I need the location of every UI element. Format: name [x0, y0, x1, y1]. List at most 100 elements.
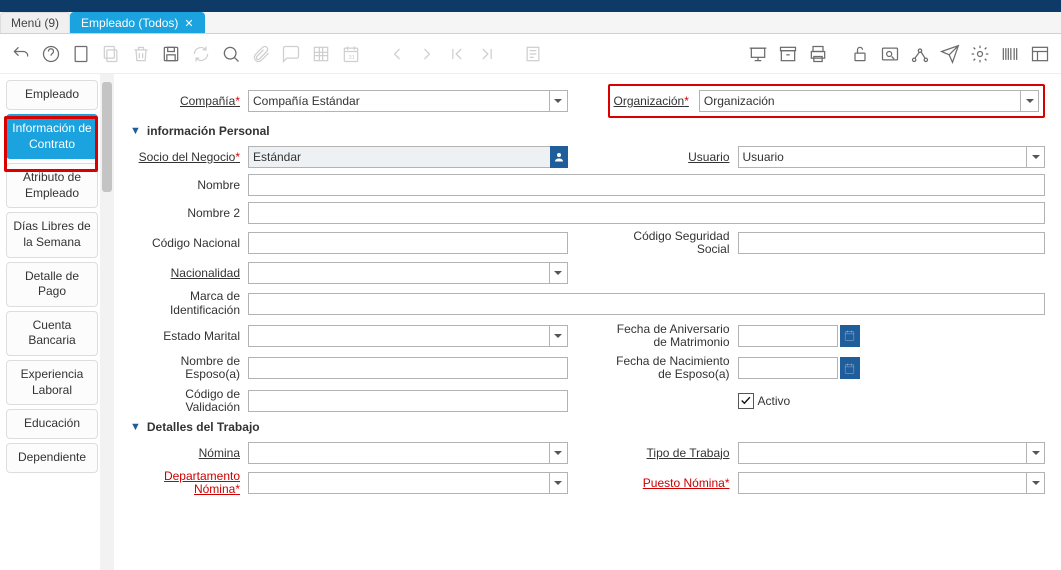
- save-button[interactable]: [158, 41, 184, 67]
- new-button[interactable]: [68, 41, 94, 67]
- checkbox-activo[interactable]: Activo: [738, 393, 791, 409]
- field-codigo-nacional[interactable]: [248, 232, 568, 254]
- barcode-button[interactable]: [997, 41, 1023, 67]
- svg-text:31: 31: [349, 55, 355, 61]
- field-marca-ident[interactable]: [248, 293, 1045, 315]
- field-compania[interactable]: Compañía Estándar: [248, 90, 568, 112]
- field-codigo-seguridad[interactable]: [738, 232, 1046, 254]
- label-compania: Compañía*: [130, 94, 248, 108]
- sidetab-experiencia-laboral[interactable]: Experiencia Laboral: [6, 360, 98, 405]
- label-puesto-nomina: Puesto Nómina*: [608, 476, 738, 490]
- dropdown-icon[interactable]: [549, 263, 567, 283]
- label-organizacion: Organización*: [614, 94, 693, 108]
- field-departamento-nomina[interactable]: [248, 472, 568, 494]
- tab-menu[interactable]: Menú (9): [0, 12, 70, 33]
- print-button[interactable]: [805, 41, 831, 67]
- archive-button[interactable]: [775, 41, 801, 67]
- field-nombre-esposo[interactable]: [248, 357, 568, 379]
- sidetab-empleado[interactable]: Empleado: [6, 80, 98, 110]
- sidetab-dias-libres[interactable]: Días Libres de la Semana: [6, 212, 98, 257]
- dropdown-icon[interactable]: [549, 443, 567, 463]
- section-personal: ▼ información Personal: [130, 124, 1045, 138]
- label-nacionalidad: Nacionalidad: [130, 266, 248, 280]
- search-button[interactable]: [218, 41, 244, 67]
- tab-empleado[interactable]: Empleado (Todos) ✕: [70, 12, 205, 33]
- label-codigo-nacional: Código Nacional: [130, 236, 248, 250]
- dropdown-icon[interactable]: [1020, 91, 1038, 111]
- label-codigo-validacion: Código de Validación: [130, 388, 248, 414]
- form-area: Compañía* Compañía Estándar Organización…: [114, 74, 1061, 570]
- label-estado-marital: Estado Marital: [130, 329, 248, 343]
- field-puesto-nomina[interactable]: [738, 472, 1046, 494]
- calendar-icon[interactable]: [840, 357, 860, 379]
- refresh-button: [188, 41, 214, 67]
- undo-button[interactable]: [8, 41, 34, 67]
- prev-button: [384, 41, 410, 67]
- layout-button[interactable]: [1027, 41, 1053, 67]
- tab-empleado-label: Empleado (Todos): [81, 16, 178, 30]
- field-estado-marital[interactable]: [248, 325, 568, 347]
- label-fecha-nac-esposo: Fecha de Nacimiento de Esposo(a): [608, 355, 738, 381]
- collapse-icon[interactable]: ▼: [130, 125, 141, 137]
- label-socio-negocio: Socio del Negocio*: [130, 150, 248, 164]
- field-organizacion[interactable]: Organización: [699, 90, 1039, 112]
- field-nombre[interactable]: [248, 174, 1045, 196]
- delete-button: [128, 41, 154, 67]
- settings-button[interactable]: [967, 41, 993, 67]
- field-nacionalidad[interactable]: [248, 262, 568, 284]
- side-scrollbar[interactable]: [100, 74, 114, 570]
- next-button: [414, 41, 440, 67]
- label-codigo-seguridad: Código Seguridad Social: [608, 230, 738, 256]
- report-button: [520, 41, 546, 67]
- label-marca-ident: Marca de Identificación: [130, 290, 248, 316]
- highlight-organizacion: Organización* Organización: [608, 84, 1046, 118]
- side-tabs: Empleado Información de Contrato Atribut…: [0, 74, 100, 570]
- field-fecha-nac-esposo[interactable]: [738, 357, 838, 379]
- sidetab-atributo-empleado[interactable]: Atributo de Empleado: [6, 163, 98, 208]
- label-nombre2: Nombre 2: [130, 206, 248, 220]
- dropdown-icon[interactable]: [1026, 443, 1044, 463]
- tab-menu-label: Menú (9): [11, 16, 59, 30]
- workflow-button[interactable]: [907, 41, 933, 67]
- field-tipo-trabajo[interactable]: [738, 442, 1046, 464]
- dropdown-icon[interactable]: [549, 326, 567, 346]
- label-nombre-esposo: Nombre de Esposo(a): [130, 355, 248, 381]
- lock-button[interactable]: [847, 41, 873, 67]
- sidetab-dependiente[interactable]: Dependiente: [6, 443, 98, 473]
- field-nomina[interactable]: [248, 442, 568, 464]
- label-departamento-nomina: Departamento Nómina*: [130, 470, 248, 496]
- send-button[interactable]: [937, 41, 963, 67]
- help-button[interactable]: [38, 41, 64, 67]
- last-button: [474, 41, 500, 67]
- field-usuario[interactable]: Usuario: [738, 146, 1046, 168]
- sidetab-detalle-pago[interactable]: Detalle de Pago: [6, 262, 98, 307]
- collapse-icon[interactable]: ▼: [130, 421, 141, 433]
- label-tipo-trabajo: Tipo de Trabajo: [608, 446, 738, 460]
- section-trabajo: ▼ Detalles del Trabajo: [130, 420, 1045, 434]
- close-icon[interactable]: ✕: [184, 17, 193, 30]
- field-codigo-validacion[interactable]: [248, 390, 568, 412]
- field-socio-negocio[interactable]: Estándar: [248, 146, 568, 168]
- calendar-button: 31: [338, 41, 364, 67]
- chat-button: [278, 41, 304, 67]
- dropdown-icon[interactable]: [549, 473, 567, 493]
- dropdown-icon[interactable]: [1026, 473, 1044, 493]
- dropdown-icon[interactable]: [549, 91, 567, 111]
- calendar-icon[interactable]: [840, 325, 860, 347]
- toolbar: 31: [0, 34, 1061, 74]
- sidetab-educacion[interactable]: Educación: [6, 409, 98, 439]
- attach-button: [248, 41, 274, 67]
- field-nombre2[interactable]: [248, 202, 1045, 224]
- zoom-button[interactable]: [877, 41, 903, 67]
- label-nombre: Nombre: [130, 178, 248, 192]
- label-nomina: Nómina: [130, 446, 248, 460]
- field-fecha-aniversario[interactable]: [738, 325, 838, 347]
- bp-search-icon[interactable]: [550, 146, 568, 168]
- sidetab-informacion-contrato[interactable]: Información de Contrato: [6, 114, 98, 159]
- dropdown-icon[interactable]: [1026, 147, 1044, 167]
- app-titlebar: [0, 0, 1061, 12]
- first-button: [444, 41, 470, 67]
- presentation-button[interactable]: [745, 41, 771, 67]
- grid-button: [308, 41, 334, 67]
- sidetab-cuenta-bancaria[interactable]: Cuenta Bancaria: [6, 311, 98, 356]
